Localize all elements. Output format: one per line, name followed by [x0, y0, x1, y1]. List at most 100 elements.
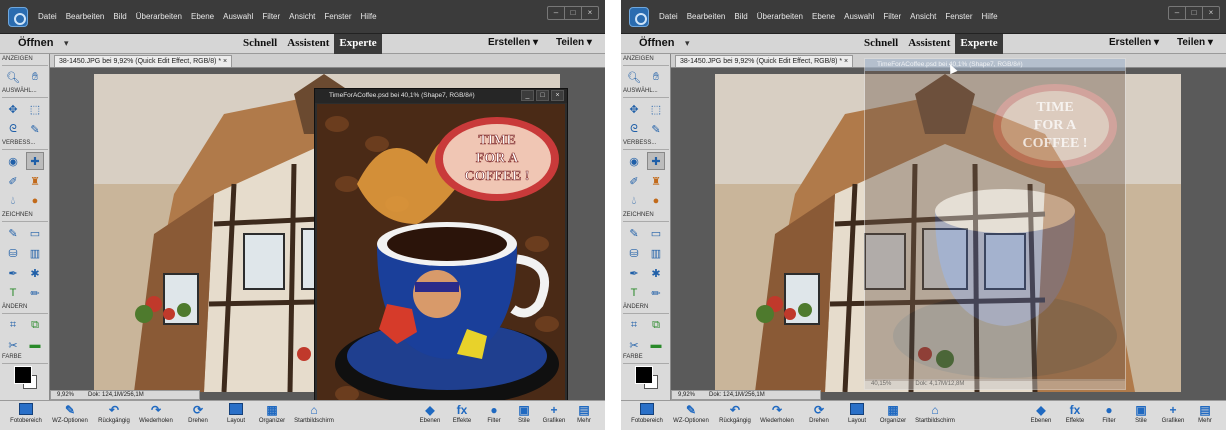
menu-fenster[interactable]: Fenster: [945, 12, 972, 21]
eyedropper-icon[interactable]: ✒: [625, 264, 643, 282]
menu-ansicht[interactable]: Ansicht: [910, 12, 936, 21]
task-fotobereich[interactable]: Fotobereich: [6, 403, 46, 424]
open-dropdown-icon[interactable]: ▾: [64, 38, 69, 49]
task-organizer[interactable]: ▦ Organizer: [252, 403, 292, 424]
zoom-icon[interactable]: 🔍︎: [4, 68, 22, 86]
spot-healing-icon[interactable]: ✚: [647, 152, 665, 170]
task-mehr[interactable]: ▤ Mehr: [1185, 403, 1225, 424]
custom-shape-icon[interactable]: ✱: [26, 264, 44, 282]
menu-fenster[interactable]: Fenster: [324, 12, 351, 21]
content-aware-move-icon[interactable]: ✂: [4, 336, 22, 354]
quick-selection-icon[interactable]: ✎: [647, 120, 665, 138]
document-tab[interactable]: 38-1450.JPG bei 9,92% (Quick Edit Effect…: [54, 55, 233, 67]
recompose-icon[interactable]: ⧉: [647, 316, 665, 334]
zoom-icon[interactable]: 🔍︎: [625, 68, 643, 86]
lasso-icon[interactable]: ᘓ: [4, 120, 22, 138]
smart-brush-icon[interactable]: ✐: [625, 172, 643, 190]
create-button[interactable]: Erstellen ▾: [1109, 37, 1159, 48]
task-fotobereich[interactable]: Fotobereich: [627, 403, 667, 424]
task-drehen[interactable]: ⟳ Drehen: [178, 403, 218, 424]
zoom-readout[interactable]: 9,92%: [57, 391, 74, 399]
blur-icon[interactable]: 💧︎: [625, 192, 643, 210]
type-icon[interactable]: T: [625, 284, 643, 302]
task-startbildschirm[interactable]: ⌂ Startbildschirm: [294, 403, 334, 424]
menu-datei[interactable]: Datei: [38, 12, 57, 21]
lasso-icon[interactable]: ᘓ: [625, 120, 643, 138]
menu-bearbeiten[interactable]: Bearbeiten: [66, 12, 105, 21]
float-maximize-button[interactable]: □: [536, 90, 549, 101]
marquee-icon[interactable]: ⬚: [647, 100, 665, 118]
straighten-icon[interactable]: ▬: [647, 336, 665, 354]
close-button[interactable]: ×: [1203, 7, 1219, 19]
task-startbildschirm[interactable]: ⌂ Startbildschirm: [915, 403, 955, 424]
tab-assistent[interactable]: Assistent: [903, 34, 955, 54]
minimize-button[interactable]: –: [548, 7, 565, 19]
smart-brush-icon[interactable]: ✐: [4, 172, 22, 190]
menu-hilfe[interactable]: Hilfe: [361, 12, 377, 21]
recompose-icon[interactable]: ⧉: [26, 316, 44, 334]
brush-icon[interactable]: ✎: [625, 224, 643, 242]
task-layout[interactable]: Layout: [837, 403, 877, 424]
tab-schnell[interactable]: Schnell: [859, 34, 903, 54]
task-mehr[interactable]: ▤ Mehr: [564, 403, 604, 424]
crop-icon[interactable]: ⌗: [4, 316, 22, 334]
document-tab[interactable]: 38-1450.JPG bei 9,92% (Quick Edit Effect…: [675, 55, 854, 67]
gradient-icon[interactable]: ▥: [647, 244, 665, 262]
task-wz-optionen[interactable]: ✎ WZ-Optionen: [671, 403, 711, 424]
task-wz-optionen[interactable]: ✎ WZ-Optionen: [50, 403, 90, 424]
blur-icon[interactable]: 💧︎: [4, 192, 22, 210]
menu-ebene[interactable]: Ebene: [191, 12, 214, 21]
task-rueckgaengig[interactable]: ↶ Rückgängig: [94, 403, 134, 424]
open-dropdown-icon[interactable]: ▾: [685, 38, 690, 49]
task-rueckgaengig[interactable]: ↶ Rückgängig: [715, 403, 755, 424]
share-button[interactable]: Teilen ▾: [1177, 37, 1213, 48]
menu-datei[interactable]: Datei: [659, 12, 678, 21]
paint-bucket-icon[interactable]: ⛁: [625, 244, 643, 262]
dragged-document-window[interactable]: TimeForACoffee.psd bei 40,1% (Shape7, RG…: [864, 58, 1126, 390]
menu-bild[interactable]: Bild: [113, 12, 126, 21]
menu-auswahl[interactable]: Auswahl: [844, 12, 874, 21]
tab-assistent[interactable]: Assistent: [282, 34, 334, 54]
create-button[interactable]: Erstellen ▾: [488, 37, 538, 48]
pencil-icon[interactable]: ✏: [26, 284, 44, 302]
task-layout[interactable]: Layout: [216, 403, 256, 424]
type-icon[interactable]: T: [4, 284, 22, 302]
foreground-color-swatch[interactable]: [635, 366, 653, 384]
menu-bild[interactable]: Bild: [734, 12, 747, 21]
menu-hilfe[interactable]: Hilfe: [982, 12, 998, 21]
hand-icon[interactable]: ✋︎: [26, 68, 44, 86]
menu-bearbeiten[interactable]: Bearbeiten: [687, 12, 726, 21]
task-wiederholen[interactable]: ↷ Wiederholen: [136, 403, 176, 424]
open-button[interactable]: Öffnen: [639, 37, 674, 49]
close-button[interactable]: ×: [582, 7, 598, 19]
maximize-button[interactable]: □: [1186, 7, 1203, 19]
menu-ueberarbeiten[interactable]: Überarbeiten: [136, 12, 182, 21]
zoom-readout[interactable]: 9,92%: [678, 391, 695, 399]
clone-stamp-icon[interactable]: ♜: [647, 172, 665, 190]
marquee-icon[interactable]: ⬚: [26, 100, 44, 118]
straighten-icon[interactable]: ▬: [26, 336, 44, 354]
task-organizer[interactable]: ▦ Organizer: [873, 403, 913, 424]
open-button[interactable]: Öffnen: [18, 37, 53, 49]
dragged-window-title[interactable]: TimeForACoffee.psd bei 40,1% (Shape7, RG…: [865, 59, 1125, 71]
sponge-icon[interactable]: ●: [647, 192, 665, 210]
red-eye-icon[interactable]: ◉: [625, 152, 643, 170]
red-eye-icon[interactable]: ◉: [4, 152, 22, 170]
menu-auswahl[interactable]: Auswahl: [223, 12, 253, 21]
move-icon[interactable]: ✥: [625, 100, 643, 118]
content-aware-move-icon[interactable]: ✂: [625, 336, 643, 354]
menu-filter[interactable]: Filter: [883, 12, 901, 21]
floating-document-window[interactable]: TimeForACoffee.psd bei 40,1% (Shape7, RG…: [314, 88, 568, 421]
tab-schnell[interactable]: Schnell: [238, 34, 282, 54]
eyedropper-icon[interactable]: ✒: [4, 264, 22, 282]
eraser-icon[interactable]: ▭: [647, 224, 665, 242]
brush-icon[interactable]: ✎: [4, 224, 22, 242]
quick-selection-icon[interactable]: ✎: [26, 120, 44, 138]
spot-healing-icon[interactable]: ✚: [26, 152, 44, 170]
float-minimize-button[interactable]: _: [521, 90, 534, 101]
move-icon[interactable]: ✥: [4, 100, 22, 118]
gradient-icon[interactable]: ▥: [26, 244, 44, 262]
minimize-button[interactable]: –: [1169, 7, 1186, 19]
paint-bucket-icon[interactable]: ⛁: [4, 244, 22, 262]
menu-ebene[interactable]: Ebene: [812, 12, 835, 21]
